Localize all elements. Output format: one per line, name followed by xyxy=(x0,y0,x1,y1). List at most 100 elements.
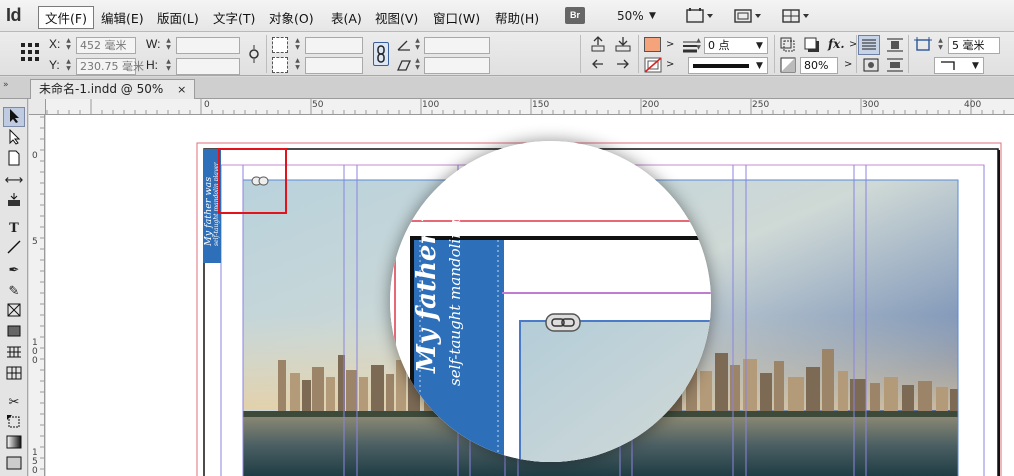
ruler-origin[interactable] xyxy=(29,99,46,115)
vertical-ruler[interactable]: 0 5 1 0 0 1 5 0 xyxy=(29,115,45,476)
scale-x-spinner[interactable]: ▲ ▼ xyxy=(293,37,302,52)
magnifier-inset: My father was self-taught mandolin playe… xyxy=(390,141,711,462)
separator xyxy=(266,35,267,73)
constrain-proportions-icon[interactable] xyxy=(246,45,262,63)
menu-view[interactable]: 视图(V) xyxy=(375,8,418,27)
scale-x-field[interactable] xyxy=(305,37,363,54)
document-tab-bar: » 未命名-1.indd @ 50% × xyxy=(0,77,1014,99)
text-wrap-shape-icon[interactable] xyxy=(862,57,880,73)
document-canvas[interactable]: My father was self-taught mandolin playe… xyxy=(46,115,1014,476)
pen-tool-icon[interactable]: ✒ xyxy=(3,261,25,281)
selection-tool-icon[interactable] xyxy=(3,107,25,127)
ruler-label: 200 xyxy=(642,100,660,110)
menu-file[interactable]: 文件(F) xyxy=(38,6,94,29)
rectangle-tool-icon[interactable] xyxy=(3,324,25,344)
shear-spinner[interactable]: ▲ ▼ xyxy=(413,57,422,72)
w-field[interactable] xyxy=(176,37,240,54)
reference-point-icon[interactable] xyxy=(20,42,40,62)
x-field[interactable]: 452 毫米 xyxy=(76,37,136,54)
h-field[interactable] xyxy=(176,58,240,75)
rectangle-frame-tool-icon[interactable] xyxy=(3,303,25,323)
free-transform-tool-icon[interactable] xyxy=(3,414,25,434)
y-spinner[interactable]: ▲ ▼ xyxy=(64,58,73,73)
stroke-type-dropdown-icon[interactable]: ▼ xyxy=(756,61,763,71)
gap-tool-icon[interactable]: ⟷ xyxy=(3,171,25,191)
corner-dropdown-icon[interactable]: ▼ xyxy=(972,61,979,71)
stroke-weight-dropdown-icon[interactable]: ▼ xyxy=(756,41,763,51)
line-icon xyxy=(7,240,21,254)
menu-layout[interactable]: 版面(L) xyxy=(157,8,199,27)
gradient-swatch-tool-icon[interactable] xyxy=(3,435,25,455)
shadow-toggle-icon[interactable] xyxy=(804,37,820,53)
menu-table[interactable]: 表(A) xyxy=(331,8,362,27)
zoom-dropdown-icon[interactable]: ▼ xyxy=(649,11,656,21)
menu-edit[interactable]: 编辑(E) xyxy=(101,8,144,27)
select-container-icon[interactable] xyxy=(590,36,606,52)
direct-selection-tool-icon[interactable] xyxy=(3,128,25,149)
corner-shape-icon xyxy=(941,61,955,70)
stroke-dropdown-icon[interactable]: > xyxy=(666,59,674,70)
opacity-field[interactable]: 80% xyxy=(800,57,838,74)
close-tab-icon[interactable]: × xyxy=(177,83,186,96)
fill-dropdown-icon[interactable]: > xyxy=(666,39,674,50)
select-previous-icon[interactable] xyxy=(590,56,606,72)
screen-mode-icon[interactable] xyxy=(686,8,714,24)
type-tool-icon[interactable]: T xyxy=(3,219,25,239)
arrange-documents-icon[interactable] xyxy=(782,8,810,24)
rotate-spinner[interactable]: ▲ ▼ xyxy=(413,37,422,52)
chain-link-icon[interactable] xyxy=(251,176,269,186)
menu-help[interactable]: 帮助(H) xyxy=(495,8,539,27)
vertical-grid-tool-icon[interactable] xyxy=(3,366,25,386)
text-wrap-jump-icon[interactable] xyxy=(886,57,904,73)
rotate-field[interactable] xyxy=(424,37,490,54)
gap-spinner[interactable]: ▲ ▼ xyxy=(936,37,945,52)
content-collector-icon[interactable] xyxy=(3,192,25,212)
pencil-tool-icon[interactable]: ✎ xyxy=(3,282,25,302)
view-options-icon[interactable] xyxy=(734,8,762,24)
y-field[interactable]: 230.75 毫米 xyxy=(76,58,144,75)
select-next-icon[interactable] xyxy=(614,56,632,72)
scissors-tool-icon[interactable]: ✂ xyxy=(3,393,25,413)
zoom-level[interactable]: 50% xyxy=(617,9,644,23)
text-wrap-bounding-icon[interactable] xyxy=(886,37,904,53)
select-content-icon[interactable] xyxy=(614,36,632,52)
gap-field[interactable]: 5 毫米 xyxy=(948,37,1000,54)
indesign-logo: Id xyxy=(6,5,22,25)
scale-y-spinner[interactable]: ▲ ▼ xyxy=(293,57,302,72)
ruler-label: 1 5 0 xyxy=(32,448,38,476)
drop-shadow-frame-icon[interactable] xyxy=(780,37,796,53)
opacity-icon xyxy=(780,57,796,73)
gradient-feather-tool-icon[interactable] xyxy=(3,456,25,476)
menu-window[interactable]: 窗口(W) xyxy=(433,8,480,27)
stroke-none-swatch-icon[interactable] xyxy=(644,57,662,73)
document-tab[interactable]: 未命名-1.indd @ 50% × xyxy=(30,79,196,99)
text-wrap-none-button[interactable] xyxy=(858,35,880,55)
fill-color-swatch[interactable] xyxy=(644,37,661,52)
grid-icon xyxy=(7,346,21,358)
w-spinner[interactable]: ▲ ▼ xyxy=(164,37,173,52)
magnified-quote-line-2: self-taught mandolin player xyxy=(446,176,464,387)
stroke-type-preview xyxy=(693,64,749,68)
effects-button[interactable]: fx. xyxy=(828,37,845,51)
link-scale-button[interactable] xyxy=(373,42,389,66)
horizontal-ruler[interactable]: 0 50 100 150 200 250 300 400 xyxy=(46,99,1014,115)
x-spinner[interactable]: ▲ ▼ xyxy=(64,37,73,52)
horizontal-grid-tool-icon[interactable] xyxy=(3,345,25,365)
y-label: Y: xyxy=(49,58,60,72)
bridge-button[interactable]: Br xyxy=(565,7,585,24)
shear-field[interactable] xyxy=(424,57,490,74)
x-label: X: xyxy=(49,37,61,51)
menu-object[interactable]: 对象(O) xyxy=(269,8,314,27)
selection-arrow-icon xyxy=(10,109,19,123)
page-tool-icon[interactable] xyxy=(3,150,25,170)
h-spinner[interactable]: ▲ ▼ xyxy=(164,58,173,73)
menu-type[interactable]: 文字(T) xyxy=(213,8,255,27)
line-tool-icon[interactable] xyxy=(3,240,25,260)
shear-angle-icon xyxy=(396,60,412,71)
opacity-dropdown-icon[interactable]: > xyxy=(844,59,852,70)
gap-frame-icon xyxy=(914,37,932,51)
scale-y-field[interactable] xyxy=(305,57,363,74)
stroke-weight-spinner[interactable]: ▲ ▼ xyxy=(694,37,703,52)
collapse-panels-icon[interactable]: » xyxy=(3,80,9,90)
magnified-link-icon xyxy=(545,313,581,332)
